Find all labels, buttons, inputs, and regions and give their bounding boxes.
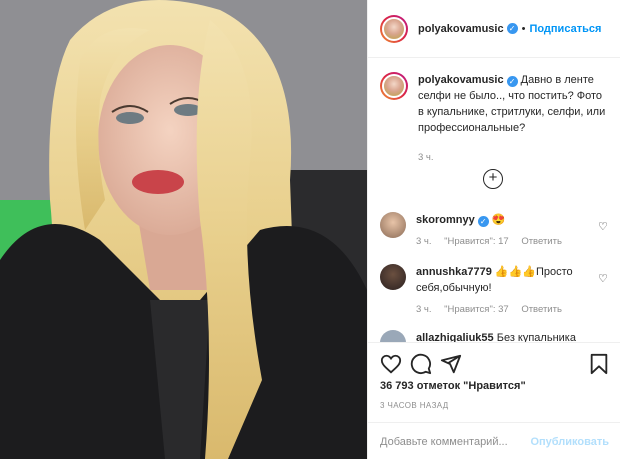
reply-button[interactable]: Ответить: [521, 236, 562, 247]
share-icon[interactable]: [440, 353, 462, 375]
follow-button[interactable]: Подписаться: [529, 23, 601, 35]
heart-icon[interactable]: [380, 353, 402, 375]
plus-circle-icon[interactable]: +: [483, 169, 503, 189]
separator-dot: •: [521, 22, 526, 35]
comment-likes[interactable]: "Нравится": 37: [444, 304, 509, 315]
caption-time[interactable]: 3 ч.: [418, 152, 434, 163]
post-header: polyakovamusic ✓ • Подписаться: [368, 0, 620, 58]
comment-username[interactable]: annushka7779: [416, 266, 492, 278]
heart-icon[interactable]: ♡: [598, 220, 610, 233]
publish-button[interactable]: Опубликовать: [530, 436, 609, 448]
verified-icon: ✓: [506, 23, 518, 34]
post-photo[interactable]: [0, 0, 367, 459]
likes-count[interactable]: 36 793 отметок "Нравится": [380, 380, 526, 392]
avatar[interactable]: [380, 264, 406, 290]
comment-time[interactable]: 3 ч.: [416, 236, 432, 247]
comment-item: annushka7779 👍👍👍Просто себя,обычную! 3 ч…: [380, 264, 610, 318]
avatar[interactable]: [380, 14, 408, 43]
comment-text: 😍: [491, 214, 506, 226]
heart-icon[interactable]: ♡: [598, 272, 610, 285]
post-timestamp[interactable]: 3 ЧАСОВ НАЗАД: [380, 401, 449, 410]
comment-item: allazhigaliuk55 Без купальника: [380, 330, 610, 342]
post-sidebar: polyakovamusic ✓ • Подписаться polyakova…: [367, 0, 620, 459]
comment-item: skoromnyy ✓ 😍 3 ч. "Нравится": 17 Ответит…: [380, 212, 610, 250]
verified-icon: ✓: [506, 76, 518, 87]
comments-list[interactable]: polyakovamusic ✓ Давно в ленте селфи не б…: [368, 58, 620, 342]
verified-icon: ✓: [477, 216, 489, 227]
comment-username[interactable]: skoromnyy: [416, 214, 475, 226]
comment-username[interactable]: allazhigaliuk55: [416, 332, 494, 342]
comment-likes[interactable]: "Нравится": 17: [444, 236, 509, 247]
avatar[interactable]: [380, 330, 406, 342]
reply-button[interactable]: Ответить: [521, 304, 562, 315]
header-username[interactable]: polyakovamusic: [418, 23, 504, 35]
comment-text: Без купальника: [496, 332, 576, 342]
comment-input[interactable]: [380, 435, 531, 448]
selfie-image: [0, 0, 367, 459]
add-comment-bar: Опубликовать: [368, 422, 620, 459]
avatar[interactable]: [380, 72, 408, 100]
bookmark-icon[interactable]: [588, 353, 610, 375]
avatar[interactable]: [380, 212, 406, 238]
post-actions: 36 793 отметок "Нравится" 3 ЧАСОВ НАЗАД …: [368, 342, 620, 459]
comment-icon[interactable]: [410, 353, 432, 375]
caption-username[interactable]: polyakovamusic: [418, 74, 504, 86]
comment-time[interactable]: 3 ч.: [416, 304, 432, 315]
caption: polyakovamusic ✓ Давно в ленте селфи не б…: [380, 72, 610, 166]
